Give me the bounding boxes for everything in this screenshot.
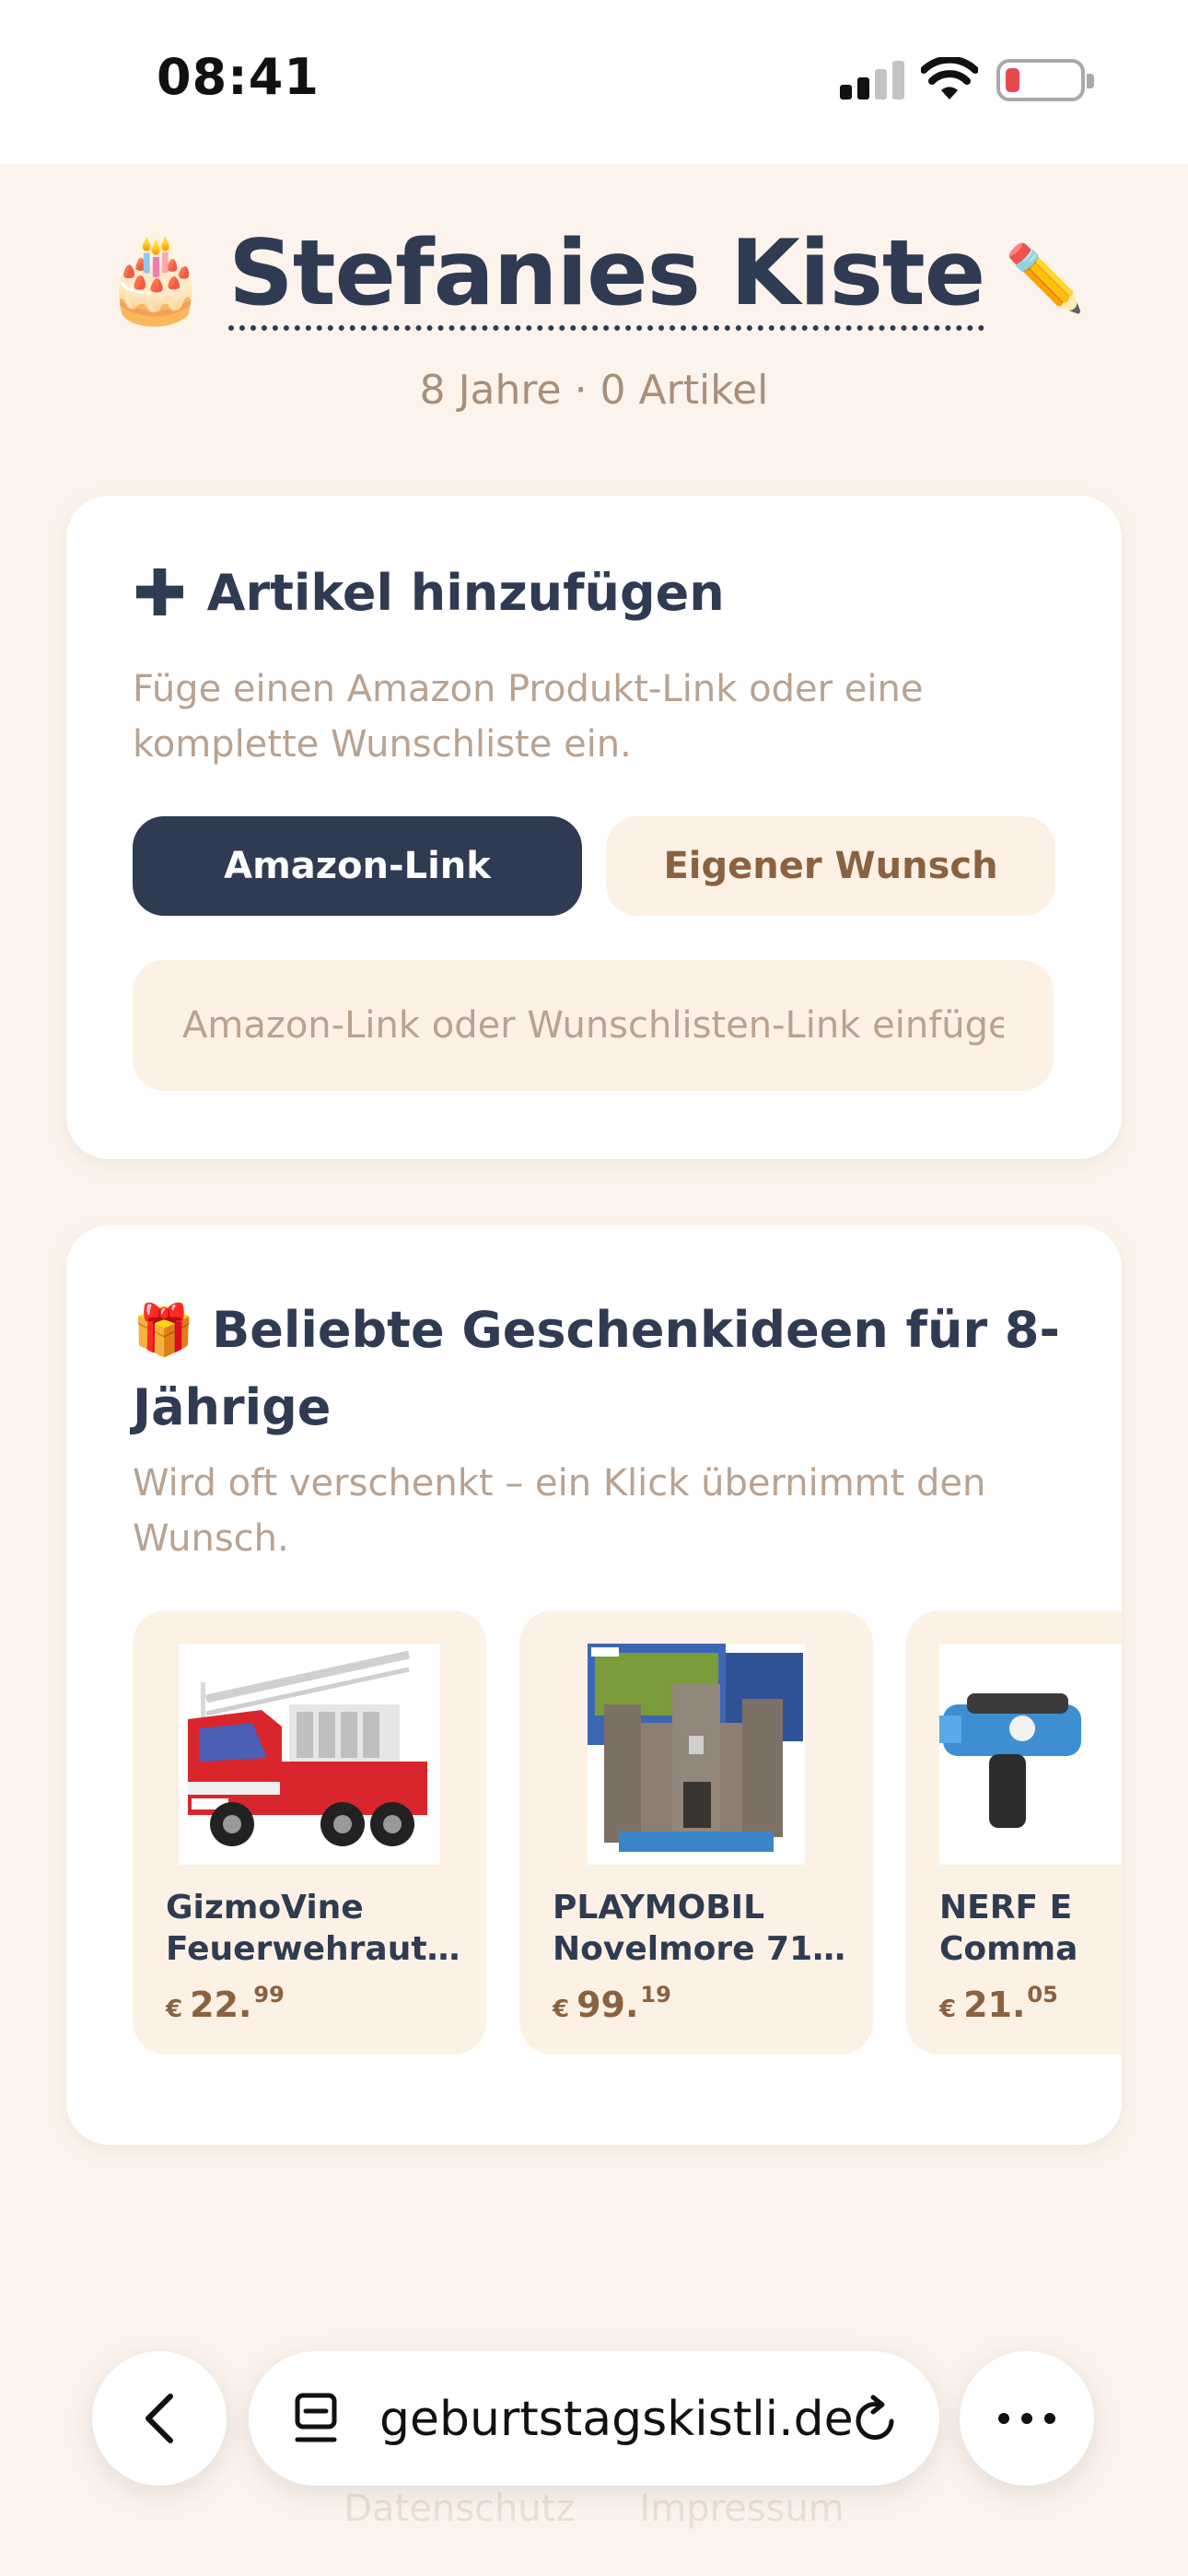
cake-icon: 🎂 bbox=[102, 228, 209, 328]
add-article-description: Füge einen Amazon Produkt-Link oder eine… bbox=[133, 668, 924, 766]
cellular-signal-icon bbox=[840, 61, 904, 100]
gift-ideas-card: 🎁 Beliebte Geschenkideen für 8-Jährige W… bbox=[66, 1225, 1122, 2145]
chevron-left-icon bbox=[146, 2394, 173, 2443]
add-article-heading: ✚ Artikel hinzufügen bbox=[133, 555, 725, 632]
product-card[interactable]: NERF E Comma € 21. 05 bbox=[906, 1610, 1122, 2055]
product-image-fire-truck bbox=[179, 1644, 440, 1865]
amazon-link-input[interactable] bbox=[133, 960, 1054, 1091]
plus-icon: ✚ bbox=[133, 555, 187, 631]
tab-overview-icon bbox=[295, 2393, 337, 2442]
gift-ideas-title: Beliebte Geschenkideen für 8-Jährige bbox=[133, 1301, 1060, 1436]
page-subtitle: 8 Jahre · 0 Artikel bbox=[419, 367, 769, 414]
product-image-castle bbox=[588, 1644, 805, 1865]
gift-ideas-heading: 🎁 Beliebte Geschenkideen für 8-Jährige bbox=[133, 1292, 1063, 1446]
tab-own-wish[interactable]: Eigener Wunsch bbox=[606, 816, 1055, 916]
edit-pencil-icon[interactable]: ✏️ bbox=[1005, 240, 1085, 317]
product-name: GizmoVine Feuerwehrauto... bbox=[166, 1889, 470, 1968]
status-bar: 08:41 bbox=[0, 0, 1188, 164]
privacy-link[interactable]: Datenschutz bbox=[344, 2488, 575, 2530]
product-carousel[interactable]: GizmoVine Feuerwehrauto... € 22. 99 PLAY… bbox=[133, 1610, 1122, 2055]
reload-icon[interactable] bbox=[851, 2394, 901, 2445]
add-article-title: Artikel hinzufügen bbox=[206, 564, 725, 622]
more-options-button[interactable] bbox=[960, 2351, 1094, 2486]
add-article-card: ✚ Artikel hinzufügen Füge einen Amazon P… bbox=[66, 496, 1122, 1159]
product-image-blaster bbox=[939, 1644, 1122, 1865]
status-time: 08:41 bbox=[157, 48, 320, 106]
gift-ideas-description: Wird oft verschenkt – ein Klick übernimm… bbox=[133, 1462, 986, 1560]
ellipsis-icon bbox=[998, 2413, 1055, 2424]
back-button[interactable] bbox=[92, 2351, 227, 2486]
product-name: PLAYMOBIL Novelmore 7164... bbox=[553, 1889, 856, 1968]
product-card[interactable]: GizmoVine Feuerwehrauto... € 22. 99 bbox=[133, 1610, 486, 2055]
tab-amazon-link[interactable]: Amazon-Link bbox=[133, 816, 582, 916]
address-bar[interactable]: geburtstagskistli.de bbox=[249, 2351, 939, 2486]
product-price: € 99. 19 bbox=[553, 1982, 671, 2025]
wifi-icon bbox=[921, 57, 978, 100]
footer-links: Datenschutz Impressum bbox=[0, 2488, 1188, 2530]
url-text: geburtstagskistli.de bbox=[379, 2392, 854, 2447]
imprint-link[interactable]: Impressum bbox=[639, 2488, 844, 2530]
page-header: 🎂 Stefanies Kiste ✏️ bbox=[0, 227, 1188, 331]
gift-icon: 🎁 bbox=[133, 1301, 195, 1359]
product-price: € 22. 99 bbox=[166, 1982, 285, 2025]
product-price: € 21. 05 bbox=[939, 1982, 1058, 2025]
product-name: NERF E Comma bbox=[939, 1889, 1078, 1968]
page-title[interactable]: Stefanies Kiste bbox=[228, 227, 985, 331]
product-card[interactable]: PLAYMOBIL Novelmore 7164... € 99. 19 bbox=[519, 1610, 873, 2055]
battery-icon bbox=[996, 59, 1094, 101]
